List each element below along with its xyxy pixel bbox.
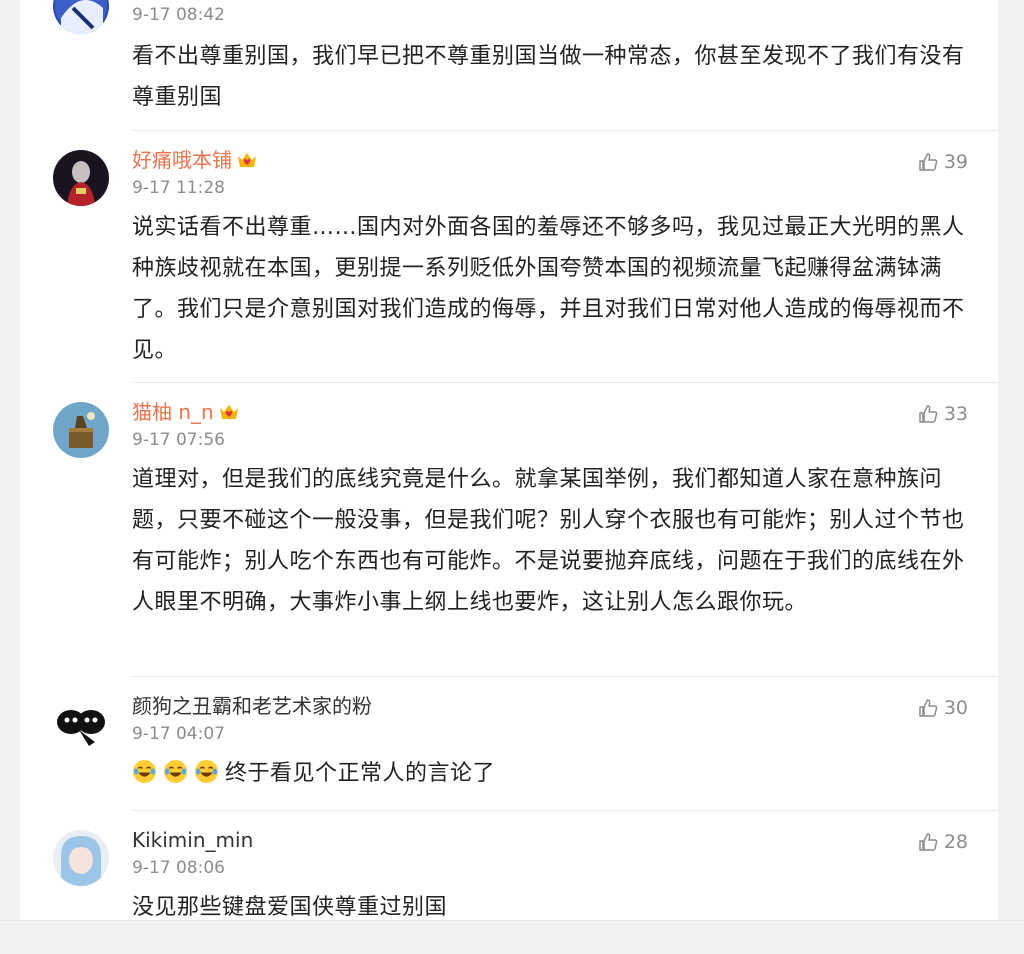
divider	[132, 810, 998, 811]
comment-time: 9-17 08:06	[132, 858, 225, 878]
divider	[132, 130, 998, 131]
comment-author[interactable]: Kikimin_min	[132, 827, 253, 853]
comment-text: 道理对，但是我们的底线究竟是什么。就拿某国举例，我们都知道人家在意种族问题，只要…	[132, 467, 965, 615]
comment-text: 终于看见个正常人的言论了	[132, 753, 970, 794]
comment-author[interactable]: 颜狗之丑霸和老艺术家的粉	[132, 693, 372, 719]
comment-text: 说实话看不出尊重……国内对外面各国的羞辱还不够多吗，我见过最正大光明的黑人种族歧…	[132, 215, 965, 363]
comment-time: 9-17 08:42	[132, 5, 225, 25]
comment-text-body: 终于看见个正常人的言论了	[225, 761, 496, 786]
like-button[interactable]: 30	[918, 695, 968, 721]
avatar[interactable]	[53, 0, 109, 34]
divider	[132, 382, 998, 383]
like-count: 28	[943, 831, 968, 853]
crown-heart-badge-icon	[236, 150, 258, 176]
comment-time: 9-17 11:28	[132, 178, 225, 198]
laugh-cry-emoji-icon	[195, 760, 218, 783]
author-name: 猫柚 n_n	[132, 400, 214, 424]
thumbs-up-icon	[919, 405, 938, 423]
comment-list: 9-17 08:42 看不出尊重别国，我们早已把不尊重别国当做一种常态，你甚至发…	[20, 0, 998, 920]
divider	[132, 676, 998, 677]
laugh-cry-emoji-icon	[133, 760, 156, 783]
like-button[interactable]: 28	[918, 829, 968, 855]
avatar[interactable]	[53, 696, 109, 752]
comment-time: 9-17 04:07	[132, 724, 225, 744]
crown-heart-badge-icon	[218, 402, 240, 428]
bottom-bar	[0, 920, 1024, 954]
thumbs-up-icon	[919, 153, 938, 171]
avatar[interactable]	[53, 830, 109, 886]
like-count: 33	[943, 403, 968, 425]
thumbs-up-icon	[919, 699, 938, 717]
comment-text: 没见那些键盘爱国侠尊重过别国	[132, 895, 448, 920]
thumbs-up-icon	[919, 833, 938, 851]
like-count: 30	[943, 697, 968, 719]
like-button[interactable]: 39	[918, 149, 968, 175]
comment-text: 看不出尊重别国，我们早已把不尊重别国当做一种常态，你甚至发现不了我们有没有尊重别…	[132, 44, 965, 110]
author-name: 好痛哦本铺	[132, 148, 232, 172]
comment-time: 9-17 07:56	[132, 430, 225, 450]
like-button[interactable]: 33	[918, 401, 968, 427]
like-count: 39	[943, 151, 968, 173]
comment-author[interactable]: 猫柚 n_n	[132, 399, 240, 428]
avatar[interactable]	[53, 402, 109, 458]
comment-author[interactable]: 好痛哦本铺	[132, 147, 258, 176]
laugh-cry-emoji-icon	[164, 760, 187, 783]
avatar[interactable]	[53, 150, 109, 206]
